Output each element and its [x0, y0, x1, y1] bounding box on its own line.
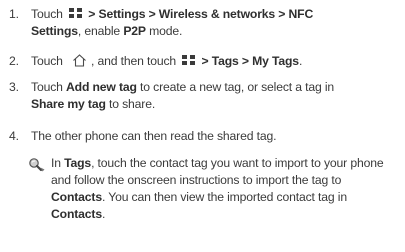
- mode-name: P2P: [123, 24, 146, 38]
- menu-path: Settings: [31, 24, 78, 38]
- tip-icon: [28, 157, 46, 173]
- step-text: The other phone can then read the shared…: [31, 128, 401, 145]
- step-text-fragment: , enable: [77, 24, 124, 38]
- menu-path: > Tags > My Tags: [201, 54, 300, 68]
- note-text-fragment: , touch the contact tag you want to impo…: [91, 156, 384, 170]
- app-name: Contacts: [51, 190, 102, 204]
- step-text: Touch , and then touch > Tags > My Tags.: [31, 53, 401, 70]
- step-text-fragment: Touch: [31, 7, 63, 21]
- option-name: Share my tag: [31, 97, 106, 111]
- note-text-fragment: In: [51, 156, 65, 170]
- note-text-fragment: . You can then view the imported contact…: [101, 190, 347, 204]
- step-text-fragment: , and then touch: [91, 54, 177, 68]
- note-text-fragment: .: [101, 207, 106, 221]
- step-text: Touch Add new tag to create a new tag, o…: [31, 79, 401, 113]
- tip-text: In Tags, touch the contact tag you want …: [51, 155, 403, 223]
- app-name: Contacts: [51, 207, 102, 221]
- apps-grid-icon: [69, 8, 83, 19]
- home-icon: [72, 54, 87, 67]
- step-text-fragment: to create a new tag, or select a tag in: [136, 80, 335, 94]
- step-number: 1.: [9, 7, 19, 21]
- step-text: Touch > Settings > Wireless & networks >…: [31, 6, 401, 40]
- step-text-fragment: Touch: [31, 54, 63, 68]
- step-text-fragment: to share.: [105, 97, 156, 111]
- step-text-fragment: .: [298, 54, 303, 68]
- app-name: Tags: [64, 156, 92, 170]
- option-name: Add new tag: [66, 80, 137, 94]
- menu-path: > Settings > Wireless & networks > NFC: [88, 7, 314, 21]
- step-text-fragment: Touch: [31, 80, 67, 94]
- step-number: 4.: [9, 129, 19, 143]
- step-text-fragment: The other phone can then read the shared…: [31, 129, 277, 143]
- step-number: 3.: [9, 80, 19, 94]
- instruction-page: 1. Touch > Settings > Wireless & network…: [0, 0, 405, 252]
- step-text-fragment: mode.: [145, 24, 183, 38]
- apps-grid-icon: [182, 55, 196, 66]
- note-text-fragment: and follow the onscreen instructions to …: [51, 173, 342, 187]
- step-number: 2.: [9, 54, 19, 68]
